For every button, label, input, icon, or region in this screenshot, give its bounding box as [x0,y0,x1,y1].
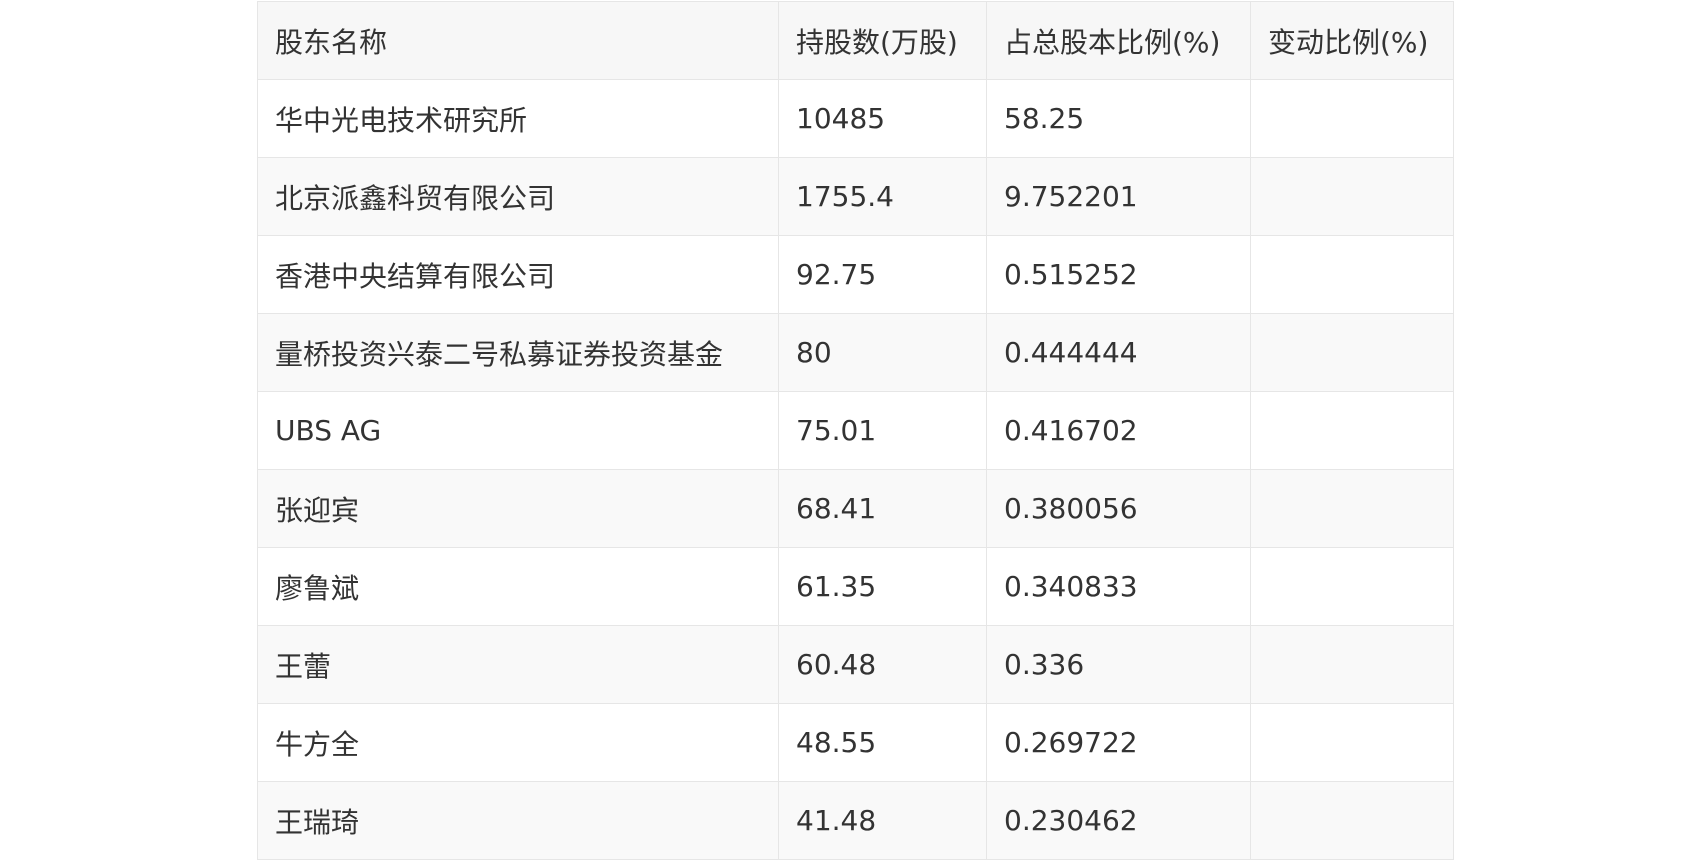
cell-shareholder-name: 牛方全 [257,703,779,782]
cell-share-ratio: 58.25 [986,79,1251,158]
cell-change-ratio [1250,313,1454,392]
cell-share-ratio: 0.380056 [986,469,1251,548]
cell-share-ratio: 0.444444 [986,313,1251,392]
table-row: UBS AG 75.01 0.416702 [257,391,1454,470]
cell-shareholder-name: 王蕾 [257,625,779,704]
cell-share-ratio: 0.230462 [986,781,1251,860]
shareholder-table: 股东名称 持股数(万股) 占总股本比例(%) 变动比例(%) 华中光电技术研究所… [257,1,1454,860]
cell-shareholder-name: 廖鲁斌 [257,547,779,626]
cell-change-ratio [1250,157,1454,236]
cell-change-ratio [1250,781,1454,860]
table-row: 北京派鑫科贸有限公司 1755.4 9.752201 [257,157,1454,236]
cell-shares-held: 75.01 [778,391,987,470]
table-row: 王瑞琦 41.48 0.230462 [257,781,1454,860]
header-shares-held: 持股数(万股) [778,1,987,80]
cell-shareholder-name: 王瑞琦 [257,781,779,860]
cell-share-ratio: 9.752201 [986,157,1251,236]
cell-share-ratio: 0.269722 [986,703,1251,782]
cell-shares-held: 68.41 [778,469,987,548]
header-change-ratio: 变动比例(%) [1250,1,1454,80]
table-row: 廖鲁斌 61.35 0.340833 [257,547,1454,626]
cell-shares-held: 80 [778,313,987,392]
cell-shareholder-name: 香港中央结算有限公司 [257,235,779,314]
table-row: 华中光电技术研究所 10485 58.25 [257,79,1454,158]
table-row: 牛方全 48.55 0.269722 [257,703,1454,782]
table-row: 香港中央结算有限公司 92.75 0.515252 [257,235,1454,314]
cell-shares-held: 1755.4 [778,157,987,236]
header-shareholder-name: 股东名称 [257,1,779,80]
table-header-row: 股东名称 持股数(万股) 占总股本比例(%) 变动比例(%) [257,1,1454,80]
cell-change-ratio [1250,469,1454,548]
cell-shareholder-name: 量桥投资兴泰二号私募证券投资基金 [257,313,779,392]
cell-shareholder-name: 华中光电技术研究所 [257,79,779,158]
cell-change-ratio [1250,79,1454,158]
cell-shareholder-name: UBS AG [257,391,779,470]
cell-share-ratio: 0.515252 [986,235,1251,314]
cell-shares-held: 10485 [778,79,987,158]
cell-change-ratio [1250,703,1454,782]
cell-shares-held: 48.55 [778,703,987,782]
cell-change-ratio [1250,625,1454,704]
cell-shares-held: 61.35 [778,547,987,626]
cell-change-ratio [1250,547,1454,626]
cell-shareholder-name: 北京派鑫科贸有限公司 [257,157,779,236]
table-row: 张迎宾 68.41 0.380056 [257,469,1454,548]
cell-change-ratio [1250,235,1454,314]
cell-share-ratio: 0.416702 [986,391,1251,470]
cell-change-ratio [1250,391,1454,470]
shareholder-table-container: 股东名称 持股数(万股) 占总股本比例(%) 变动比例(%) 华中光电技术研究所… [257,1,1454,860]
table-row: 王蕾 60.48 0.336 [257,625,1454,704]
cell-shareholder-name: 张迎宾 [257,469,779,548]
cell-share-ratio: 0.336 [986,625,1251,704]
cell-shares-held: 92.75 [778,235,987,314]
cell-shares-held: 41.48 [778,781,987,860]
table-row: 量桥投资兴泰二号私募证券投资基金 80 0.444444 [257,313,1454,392]
cell-shares-held: 60.48 [778,625,987,704]
cell-share-ratio: 0.340833 [986,547,1251,626]
header-share-ratio: 占总股本比例(%) [986,1,1251,80]
